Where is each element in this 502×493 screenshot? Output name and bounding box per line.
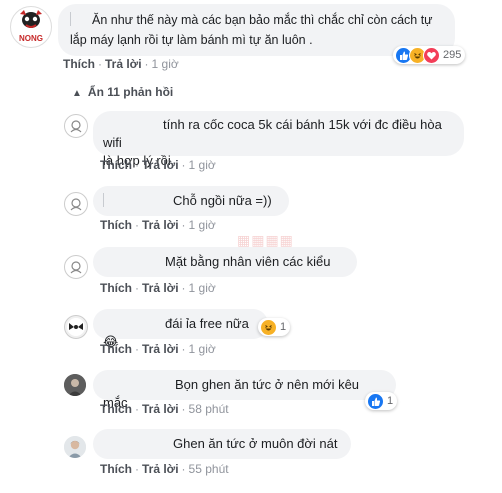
reply-actions: Thích · Trả lời · 1 giờ <box>100 281 216 295</box>
timestamp[interactable]: 1 giờ <box>152 57 179 71</box>
like-link[interactable]: Thích <box>100 281 132 295</box>
reply-link[interactable]: Trả lời <box>142 342 179 356</box>
reply-actions: Thích · Trả lời · 1 giờ <box>100 218 216 232</box>
like-link[interactable]: Thích <box>100 342 132 356</box>
author-name-redacted[interactable] <box>103 316 163 330</box>
avatar[interactable] <box>64 315 88 339</box>
reply-bubble: tính ra cốc coca 5k cái bánh 15k với đc … <box>93 111 464 168</box>
default-avatar-icon <box>70 120 82 133</box>
user-photo-icon <box>64 374 86 396</box>
avatar[interactable] <box>64 192 88 216</box>
brand-logo-text: NONG <box>19 34 43 43</box>
user-photo-icon <box>64 436 86 458</box>
reply-actions: Thích · Trả lời · 55 phút <box>100 462 229 476</box>
timestamp[interactable]: 1 giờ <box>189 218 216 232</box>
author-name-redacted[interactable] <box>103 193 105 207</box>
timestamp[interactable]: 58 phút <box>189 402 229 416</box>
author-name-redacted[interactable] <box>70 12 72 26</box>
like-link[interactable]: Thích <box>100 462 132 476</box>
reply-link[interactable]: Trả lời <box>142 402 179 416</box>
reply-actions: Thích · Trả lời · 58 phút <box>100 402 229 416</box>
reply-text: Chỗ ngồi nữa =)) <box>173 193 272 208</box>
default-avatar-icon <box>70 261 82 274</box>
brand-logo: NONG <box>19 10 43 43</box>
reply-bubble: Mặt bằng nhân viên các kiểu <box>93 247 357 277</box>
reply-text: Mặt bằng nhân viên các kiểu <box>165 254 331 269</box>
author-name-redacted[interactable] <box>103 436 167 450</box>
hide-replies-toggle[interactable]: ▲ Ẩn 11 phản hồi <box>72 85 173 99</box>
comment-text: Ăn như thế này mà các bạn bảo mắc thì ch… <box>70 13 433 47</box>
avatar[interactable] <box>64 374 86 396</box>
reaction-count: 295 <box>443 49 462 61</box>
caret-up-icon: ▲ <box>72 88 82 99</box>
reply-text: Ghen ăn tức ở muôn đời nát <box>173 436 338 451</box>
reply-link[interactable]: Trả lời <box>142 462 179 476</box>
like-link[interactable]: Thích <box>63 57 95 71</box>
reply-link[interactable]: Trả lời <box>142 158 179 172</box>
love-icon <box>423 46 440 64</box>
like-link[interactable]: Thích <box>100 158 132 172</box>
like-link[interactable]: Thích <box>100 218 132 232</box>
author-name-redacted[interactable] <box>103 254 159 268</box>
hide-replies-label: Ẩn 11 phản hồi <box>87 85 174 99</box>
reaction-count: 1 <box>387 395 394 407</box>
author-name-redacted[interactable] <box>103 377 169 391</box>
comment-actions: Thích · Trả lời · 1 giờ <box>63 57 179 71</box>
reply-bubble: đái ỉa free nữa 😂 <box>93 309 268 349</box>
reply-link[interactable]: Trả lời <box>105 57 142 71</box>
user-photo-icon <box>67 318 85 336</box>
reaction-summary[interactable]: 295 <box>393 46 466 64</box>
reply-bubble: Ghen ăn tức ở muôn đời nát <box>93 429 351 459</box>
reply-actions: Thích · Trả lời · 1 giờ <box>100 158 216 172</box>
reply-link[interactable]: Trả lời <box>142 281 179 295</box>
avatar[interactable] <box>64 436 86 458</box>
like-icon <box>367 392 384 410</box>
avatar[interactable] <box>64 255 88 279</box>
reply-bubble: Bọn ghen ăn tức ở nên mới kêu mắc <box>93 370 396 410</box>
avatar[interactable] <box>64 114 88 138</box>
reply-bubble: Chỗ ngồi nữa =)) <box>93 186 289 216</box>
haha-icon <box>260 318 277 336</box>
avatar[interactable]: NONG <box>10 6 52 48</box>
reaction-summary[interactable]: 1 <box>365 392 398 410</box>
timestamp[interactable]: 1 giờ <box>189 158 216 172</box>
timestamp[interactable]: 55 phút <box>189 462 229 476</box>
reply-link[interactable]: Trả lời <box>142 218 179 232</box>
timestamp[interactable]: 1 giờ <box>189 342 216 356</box>
default-avatar-icon <box>70 198 82 211</box>
reply-actions: Thích · Trả lời · 1 giờ <box>100 342 216 356</box>
reaction-summary[interactable]: 1 <box>258 318 291 336</box>
like-link[interactable]: Thích <box>100 402 132 416</box>
timestamp[interactable]: 1 giờ <box>189 281 216 295</box>
reaction-count: 1 <box>280 321 287 333</box>
author-name-redacted[interactable] <box>103 117 157 131</box>
